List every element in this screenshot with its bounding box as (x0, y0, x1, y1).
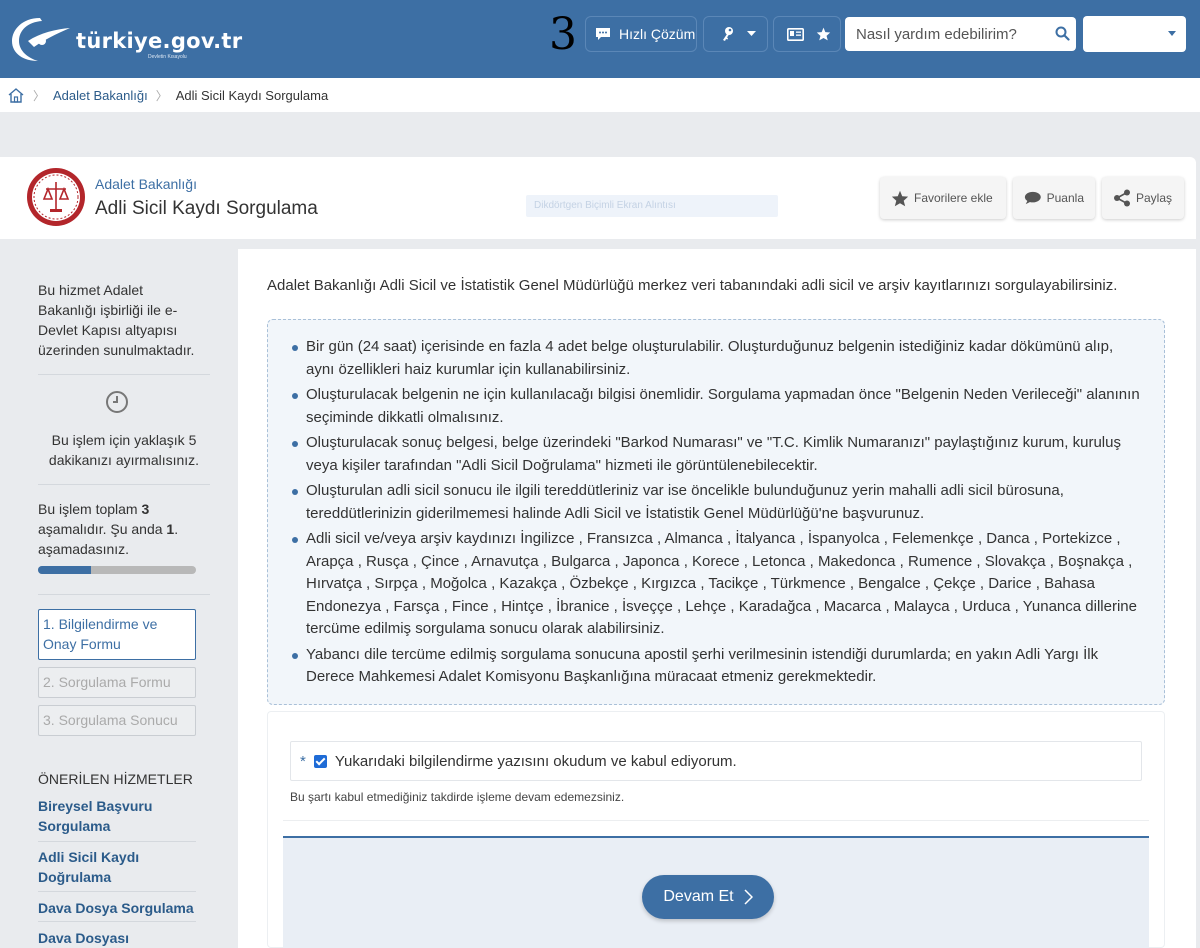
recommended-service-link[interactable]: Adli Sicil Kaydı Doğrulama (38, 847, 196, 887)
information-list: Bir gün (24 saat) içerisinde en fazla 4 … (292, 336, 1142, 692)
time-info-text: Bu işlem için yaklaşık 5 dakikanızı ayır… (48, 432, 200, 468)
chevron-down-icon (1168, 31, 1176, 36)
information-item: Oluşturulan adli sicil sonucu ile ilgili… (292, 480, 1142, 525)
star-icon (816, 27, 831, 41)
information-item: Yabancı dile tercüme edilmiş sorgulama s… (292, 644, 1142, 689)
star-icon (891, 190, 909, 206)
information-box: Bir gün (24 saat) içerisinde en fazla 4 … (267, 319, 1165, 705)
id-card-favorites-button[interactable] (773, 16, 841, 52)
key-menu-button[interactable] (703, 16, 768, 52)
breadcrumb: 〉 Adalet Bakanlığı 〉 Adli Sicil Kaydı So… (0, 78, 1200, 112)
login-dropdown[interactable] (1083, 16, 1186, 52)
information-item: Bir gün (24 saat) içerisinde en fazla 4 … (292, 336, 1142, 381)
stage-progress-fill (38, 566, 91, 574)
quick-solution-button[interactable]: Hızlı Çözüm (585, 16, 697, 52)
id-card-icon (787, 27, 804, 41)
logo-text: türkiye.gov.tr (76, 29, 243, 53)
rate-button[interactable]: Puanla (1013, 177, 1095, 219)
step-1-information-form[interactable]: 1. Bilgilendirme ve Onay Formu (38, 609, 196, 660)
stage-middle: aşamalıdır. Şu anda (38, 521, 167, 537)
chevron-right-icon (744, 889, 753, 905)
search-input[interactable] (845, 17, 1045, 51)
breadcrumb-item-current: Adli Sicil Kaydı Sorgulama (175, 87, 329, 103)
divider (38, 921, 196, 922)
search-box (845, 17, 1076, 51)
service-header: Adalet Bakanlığı Adli Sicil Kaydı Sorgul… (0, 157, 1196, 239)
main-content: Adalet Bakanlığı Adli Sicil ve İstatisti… (238, 249, 1196, 948)
divider (38, 594, 210, 595)
step-2-query-form: 2. Sorgulama Formu (38, 667, 196, 698)
stage-progress-bar (38, 566, 196, 574)
chat-icon (596, 28, 610, 40)
top-bar: türkiye.gov.tr Devletin Kısayolu 3 Hızlı… (0, 0, 1200, 78)
service-info-text: Bu hizmet Adalet Bakanlığı işbirliği ile… (38, 282, 195, 358)
divider (38, 891, 196, 892)
breadcrumb-item-adalet-bakanligi[interactable]: Adalet Bakanlığı (53, 88, 148, 103)
consent-label[interactable]: Yukarıdaki bilgilendirme yazısını okudum… (335, 753, 737, 770)
continue-label: Devam Et (663, 888, 734, 905)
recommended-service-link[interactable]: Bireysel Başvuru Sorgulama (38, 796, 196, 836)
clock-icon (106, 391, 128, 413)
quick-solution-label: Hızlı Çözüm (619, 26, 696, 42)
rate-label: Puanla (1046, 191, 1084, 205)
recommended-service-link[interactable]: Dava Dosya Sorgulama (38, 898, 196, 918)
share-button[interactable]: Paylaş (1102, 177, 1184, 219)
stage-total: 3 (141, 501, 150, 517)
breadcrumb-separator: 〉 (155, 88, 168, 103)
share-icon (1114, 189, 1130, 207)
add-favorite-button[interactable]: Favorilere ekle (880, 177, 1006, 219)
page-title: Adli Sicil Kaydı Sorgulama (95, 198, 318, 219)
continue-button[interactable]: Devam Et (642, 875, 774, 919)
turkiye-gov-logo[interactable]: türkiye.gov.tr Devletin Kısayolu (10, 14, 242, 62)
information-item: Oluşturulacak belgenin ne için kullanıla… (292, 384, 1142, 429)
divider (283, 820, 1149, 821)
search-icon[interactable] (1055, 26, 1070, 41)
required-mark: * (300, 752, 306, 770)
comment-icon (1024, 191, 1041, 205)
recommended-service-link[interactable]: Dava Dosyası Sorgulama (38, 928, 196, 948)
ministry-seal-icon (27, 168, 85, 226)
stage-info: Bu işlem toplam 3 aşamalıdır. Şu anda 1.… (38, 499, 203, 559)
stage-prefix: Bu işlem toplam (38, 501, 142, 517)
home-icon[interactable] (7, 87, 25, 103)
ghost-overlay-text: Dikdörtgen Biçimli Ekran Alıntısı (526, 195, 778, 217)
consent-checkbox[interactable] (313, 754, 327, 768)
divider (38, 374, 210, 375)
add-favorite-label: Favorilere ekle (914, 191, 993, 205)
chevron-down-icon (747, 31, 756, 36)
crescent-star-icon (12, 18, 70, 61)
key-icon (723, 27, 733, 41)
breadcrumb-separator: 〉 (33, 88, 46, 103)
recommended-services-title: ÖNERİLEN HİZMETLER (38, 771, 193, 787)
information-item: Oluşturulacak sonuç belgesi, belge üzeri… (292, 432, 1142, 477)
sidebar: Bu hizmet Adalet Bakanlığı işbirliği ile… (0, 250, 236, 948)
divider (38, 841, 196, 842)
annotation-number: 3 (549, 9, 577, 60)
consent-note: Bu şartı kabul etmediğiniz takdirde işle… (290, 790, 625, 804)
logo-subtitle: Devletin Kısayolu (148, 54, 187, 60)
form-actions: Devam Et (283, 836, 1149, 948)
intro-text: Adalet Bakanlığı Adli Sicil ve İstatisti… (267, 277, 1118, 294)
information-item: Adli sicil ve/veya arşiv kaydınızı İngil… (292, 528, 1142, 641)
consent-form: * Yukarıdaki bilgilendirme yazısını okud… (267, 711, 1165, 948)
divider (38, 484, 210, 485)
step-3-query-result: 3. Sorgulama Sonucu (38, 705, 196, 736)
consent-row[interactable]: * Yukarıdaki bilgilendirme yazısını okud… (290, 741, 1142, 781)
share-label: Paylaş (1136, 191, 1173, 205)
agency-name[interactable]: Adalet Bakanlığı (95, 176, 197, 192)
